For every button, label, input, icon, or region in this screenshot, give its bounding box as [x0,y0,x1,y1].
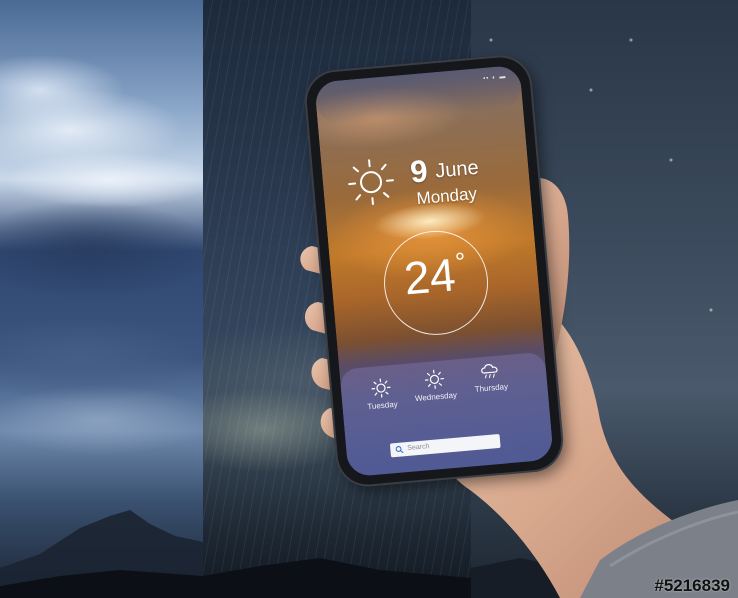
temperature-value: 24 [401,248,458,305]
temperature-display: 24° [381,244,489,307]
forecast-day-wednesday[interactable]: Wednesday [404,367,467,404]
sun-icon [424,369,445,389]
header-photo [314,64,524,127]
stock-watermark: #5216839 [654,576,730,595]
smartphone: ▪▪ ◐ ▬ 9 June Monday 24° Tuesday Wednesd… [304,55,564,487]
search-placeholder: Search [407,443,430,452]
search-icon [395,446,404,454]
date-month: June [434,156,480,183]
rain-cloud-icon [481,364,498,379]
forecast-day-thursday[interactable]: Thursday [459,358,522,395]
temperature-unit: ° [453,246,467,278]
weekday-label: Monday [415,184,478,209]
forecast-day-tuesday[interactable]: Tuesday [350,375,413,412]
sun-icon [348,159,394,206]
sun-icon [371,378,391,398]
weather-app-screen: ▪▪ ◐ ▬ 9 June Monday 24° Tuesday Wednesd… [314,64,554,478]
date-day: 9 [408,153,430,190]
